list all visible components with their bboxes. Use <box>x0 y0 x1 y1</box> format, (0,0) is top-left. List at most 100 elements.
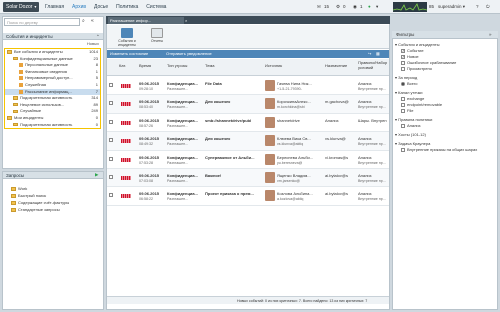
col-destination[interactable]: Назначение <box>325 63 347 68</box>
tree-item[interactable]: Конфиденциальные данные 23 <box>5 56 100 63</box>
filter-option[interactable]: Всего <box>401 81 495 86</box>
filter-section-header[interactable]: ▾ Задача Краулера <box>395 141 430 146</box>
tree-item[interactable]: Рассылание информац... 7 <box>5 88 100 96</box>
row-subject[interactable]: smb://shannetdrive/publ <box>205 118 251 123</box>
row-checkbox[interactable] <box>109 138 113 143</box>
column-settings-icon[interactable]: ▦ <box>376 50 380 58</box>
tree-item[interactable]: Нецелевое использов... 89 <box>5 102 100 109</box>
tree-item[interactable]: Подозрительная активность 314 <box>5 95 100 102</box>
row-subject[interactable]: File Data <box>205 81 222 86</box>
filter-option[interactable]: ✓ Событие <box>401 48 495 53</box>
table-row[interactable]: 09.06.2015 06:58:22 Конфиденциа... Разглаше… <box>107 187 389 206</box>
query-item[interactable]: Work <box>3 185 103 192</box>
table-row[interactable]: 09.06.2015 07:53:28 Конфиденциа... Разглаше… <box>107 151 389 169</box>
tree-search-input[interactable]: Поиск по дереву <box>4 18 80 26</box>
tree-item[interactable]: Случайные 249 <box>5 108 100 115</box>
help-icon[interactable]: ? <box>476 3 479 11</box>
events-incidents-button[interactable]: События и инциденты <box>110 28 144 47</box>
checkbox-icon[interactable] <box>401 66 405 71</box>
table-row[interactable]: 09.06.2015 07:03:08 Конфиденциа... Разглаше… <box>107 168 389 188</box>
tree-item[interactable]: Все события и инциденты 1014 <box>5 49 100 56</box>
checkbox-icon[interactable]: ✓ <box>401 48 405 53</box>
filter-option[interactable]: ✓ Новое <box>401 54 495 59</box>
reports-button[interactable]: Отчеты <box>147 28 167 43</box>
row-checkbox[interactable] <box>109 156 113 161</box>
col-rule[interactable]: Правило/Набор условий <box>358 60 388 70</box>
filter-option[interactable]: Просмотрено <box>401 66 495 71</box>
menu-item-home[interactable]: Главная <box>45 3 64 11</box>
run-query-icon[interactable]: ▶ <box>95 172 98 178</box>
close-tab-icon[interactable]: × <box>185 17 187 24</box>
share-icon[interactable]: ↪ <box>368 50 371 58</box>
table-row[interactable]: 09.06.2015 08:49:32 Конфиденциа... Разглаше… <box>107 132 389 151</box>
filter-section-header[interactable]: ▾ Хосты (101-12) <box>395 132 426 137</box>
filter-option[interactable]: endpoint/removable <box>401 102 495 107</box>
radio-icon[interactable] <box>401 81 405 86</box>
menu-item-archive[interactable]: Архив <box>72 3 86 11</box>
query-item[interactable]: Быстрый поиск <box>3 192 103 199</box>
filter-option[interactable]: Анализ <box>401 123 495 128</box>
filter-section-header[interactable]: ▾ За период <box>395 75 417 80</box>
row-checkbox[interactable] <box>109 193 113 198</box>
tree-item[interactable]: Персональные данные 8 <box>5 62 100 69</box>
tree-item-label: Мои инциденты <box>14 114 44 120</box>
filter-section-header[interactable]: ▾ События и инциденты <box>395 42 440 47</box>
filter-section-header[interactable]: ▾ Канал утечки <box>395 90 423 95</box>
checkbox-icon[interactable]: ✓ <box>401 54 405 59</box>
col-subject[interactable]: Тема <box>205 63 214 68</box>
filter-option[interactable]: Внутренние приказы на общих шарах <box>401 147 495 152</box>
filter-section-header[interactable]: ▾ Правила политики <box>395 117 432 122</box>
menu-item-dossier[interactable]: Досье <box>94 3 108 11</box>
query-item[interactable]: Стандартные запросы <box>3 206 103 213</box>
menu-item-policy[interactable]: Политика <box>116 3 138 11</box>
logout-icon[interactable]: ⏻ <box>486 3 490 11</box>
change-status-button[interactable]: Изменить состояние <box>110 50 148 58</box>
row-checkbox[interactable] <box>109 83 113 87</box>
checkbox-icon[interactable] <box>401 123 405 128</box>
tree-item[interactable]: Служебная 1 <box>5 82 100 89</box>
filter-option[interactable]: Ошибочное срабатывание <box>401 60 495 65</box>
row-subject[interactable]: Для кошечек <box>205 99 230 104</box>
tree-item[interactable]: Мои инциденты 0 <box>5 115 100 122</box>
col-time[interactable]: Время <box>139 63 151 68</box>
row-checkbox[interactable] <box>109 119 113 124</box>
menu-item-system[interactable]: Система <box>146 3 166 11</box>
checkbox-icon[interactable] <box>401 60 405 65</box>
search-icon[interactable]: ⌕ <box>82 18 85 24</box>
checkbox-icon[interactable] <box>401 96 405 101</box>
row-checkbox[interactable] <box>109 174 113 179</box>
tree-item[interactable]: Подозрительная активность 0 <box>5 122 100 129</box>
filter-option[interactable]: File <box>401 108 495 113</box>
filter-option[interactable]: exchange <box>401 96 495 101</box>
col-source[interactable]: Источник <box>265 63 282 68</box>
tree-item[interactable]: Неправомерный доступ... 5 <box>5 75 100 82</box>
tab-disclosure[interactable]: Разглашение инфор... <box>108 17 184 24</box>
collapse-panel-icon[interactable]: « <box>91 18 94 24</box>
status-alert-icon[interactable]: ◉ <box>353 3 357 11</box>
checkbox-icon[interactable] <box>401 108 405 113</box>
row-subject[interactable]: Проект приказа о прем... <box>205 191 254 196</box>
table-row[interactable]: 09.06.2015 08:57:26 Конфиденциа... Разглаше… <box>107 114 389 133</box>
checkbox-icon[interactable] <box>401 102 405 107</box>
tree-item[interactable]: Финансовые сведения 1 <box>5 69 100 76</box>
col-category[interactable]: Кат. <box>119 63 126 68</box>
app-logo-menu[interactable]: Solar Dozor ▾ <box>3 2 39 12</box>
collapse-up-icon[interactable]: ⌃ <box>96 33 100 40</box>
checkbox-icon[interactable] <box>401 147 405 152</box>
status-chevron-icon[interactable]: ▾ <box>376 3 378 11</box>
collapse-filters-icon[interactable]: » <box>489 31 492 39</box>
user-menu[interactable]: superadmin ▾ <box>438 3 465 11</box>
row-subject[interactable]: Для кошечек <box>205 136 230 141</box>
send-notification-button[interactable]: Отправить уведомление <box>166 50 212 58</box>
row-source-address: vs.klunva@aktiq <box>277 142 304 147</box>
table-row[interactable]: 09.06.2015 09:28:10 Конфиденциа... Разглаше… <box>107 77 389 96</box>
row-checkbox[interactable] <box>109 101 113 106</box>
table-row[interactable]: 09.06.2015 08:53:40 Конфиденциа... Разглаше… <box>107 95 389 114</box>
col-threat-type[interactable]: Тип угрозы <box>167 63 187 68</box>
row-subject[interactable]: Суперважное от Альби... <box>205 155 254 160</box>
status-gear-icon[interactable]: ⚙ <box>336 3 340 11</box>
row-threat-type: Конфиденциа... <box>167 81 198 86</box>
query-item[interactable]: Содержащие счёт-фактуры <box>3 199 103 206</box>
row-subject[interactable]: Важное! <box>205 173 221 178</box>
status-mail-icon[interactable]: ✉ <box>317 3 321 11</box>
